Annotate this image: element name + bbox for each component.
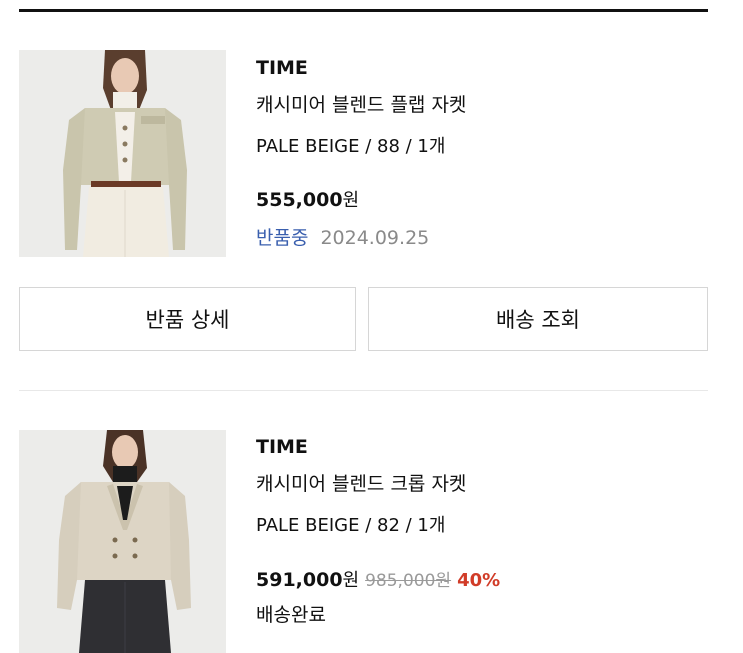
order-status: 배송완료 — [256, 604, 326, 626]
price-row: 555,000원 — [256, 186, 359, 212]
sale-price: 591,000 — [256, 569, 343, 591]
product-photo-crop-jacket — [19, 430, 226, 653]
original-price: 985,000원 — [365, 571, 452, 591]
order-item: TIME 캐시미어 블렌드 크롭 자켓 PALE BEIGE / 82 / 1개… — [19, 430, 708, 653]
product-photo-flap-jacket — [19, 50, 226, 257]
product-image[interactable] — [19, 50, 226, 257]
status-row: 배송완료 — [256, 600, 326, 627]
track-delivery-button[interactable]: 배송 조회 — [368, 287, 708, 351]
status-row: 반품중 2024.09.25 — [256, 223, 429, 250]
currency-unit: 원 — [342, 570, 360, 591]
item-divider — [19, 390, 708, 391]
sale-price: 555,000 — [256, 189, 343, 211]
product-option: PALE BEIGE / 82 / 1개 — [256, 515, 446, 536]
status-date: 2024.09.25 — [320, 227, 430, 249]
product-name[interactable]: 캐시미어 블렌드 플랩 자켓 — [256, 90, 466, 117]
currency-unit: 원 — [342, 190, 360, 211]
product-option: PALE BEIGE / 88 / 1개 — [256, 136, 446, 157]
brand-name[interactable]: TIME — [256, 57, 308, 79]
product-image[interactable] — [19, 430, 226, 653]
product-name[interactable]: 캐시미어 블렌드 크롭 자켓 — [256, 469, 466, 496]
price-row: 591,000원 985,000원 40% — [256, 566, 500, 592]
top-rule — [19, 9, 708, 12]
brand-name[interactable]: TIME — [256, 436, 308, 458]
order-item: TIME 캐시미어 블렌드 플랩 자켓 PALE BEIGE / 88 / 1개… — [19, 50, 708, 257]
discount-rate: 40% — [457, 570, 501, 591]
return-detail-button[interactable]: 반품 상세 — [19, 287, 356, 351]
order-status: 반품중 — [256, 227, 309, 249]
